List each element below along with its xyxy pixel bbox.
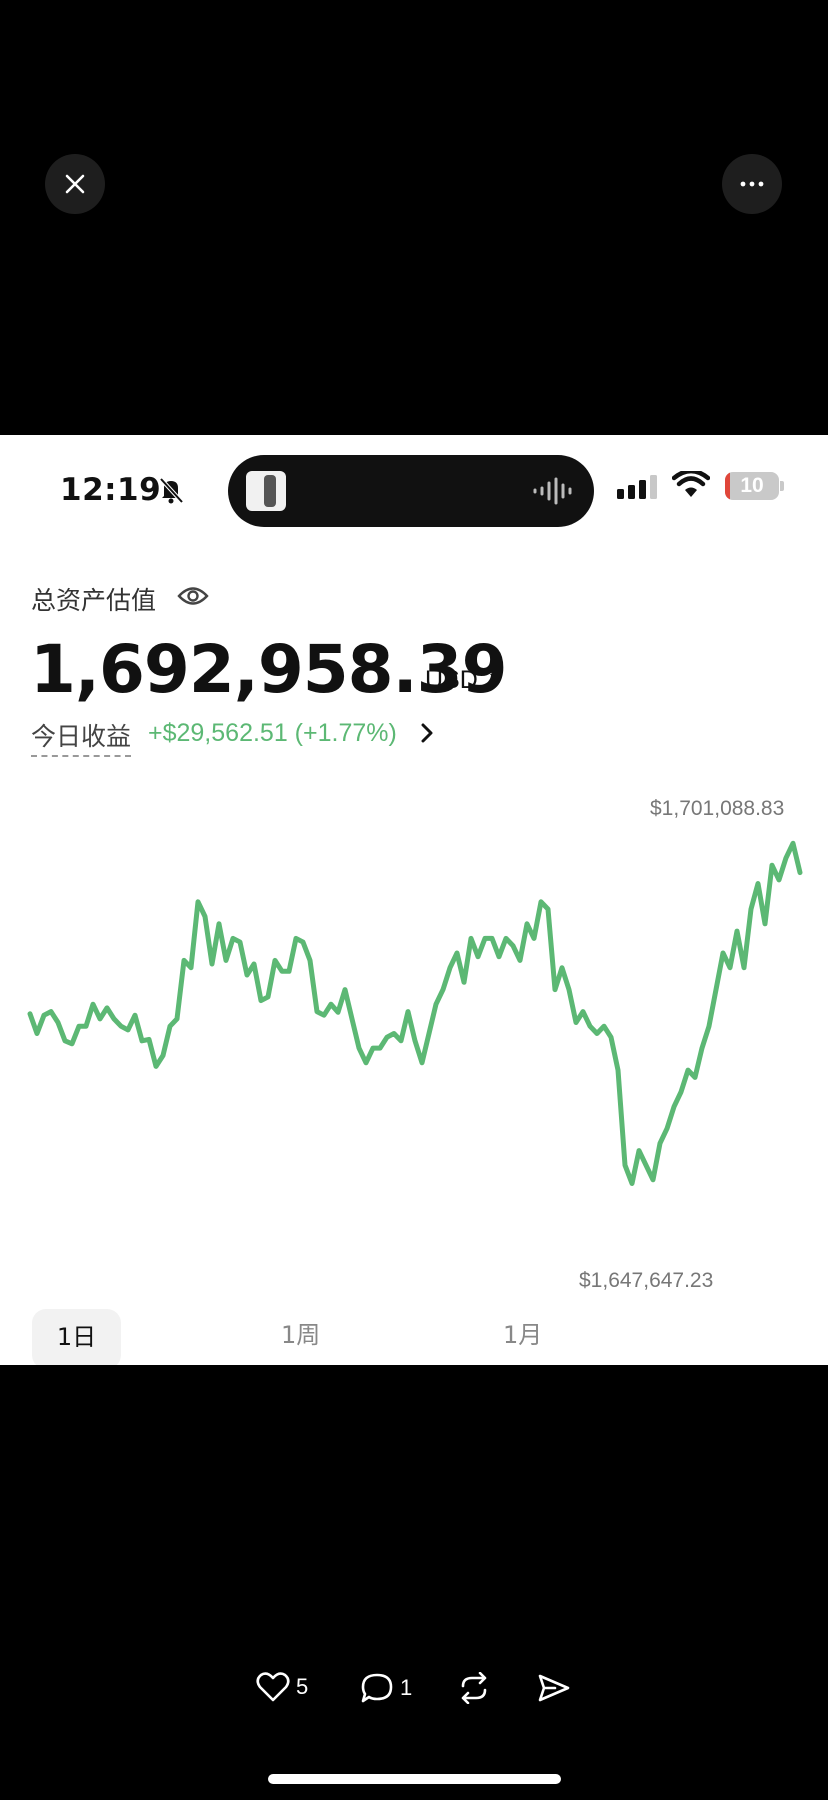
heart-icon [256, 1672, 290, 1702]
like-button[interactable]: 5 [256, 1672, 308, 1702]
tab-1d[interactable]: 1日 [32, 1309, 121, 1365]
tab-1w[interactable]: 1周 [281, 1315, 320, 1350]
more-icon [740, 181, 764, 187]
post-actions: 5 1 [0, 1672, 828, 1712]
chart-max-label: $1,701,088.83 [650, 797, 785, 820]
chart-min-label: $1,647,647.23 [579, 1269, 714, 1292]
comment-icon [361, 1673, 393, 1703]
repost-button[interactable] [457, 1672, 491, 1704]
time-range-tabs: 1日 1周 1月 [0, 1309, 828, 1365]
share-icon [538, 1674, 570, 1702]
comment-button[interactable]: 1 [360, 1672, 412, 1704]
share-button[interactable] [537, 1672, 571, 1704]
close-icon [65, 174, 85, 194]
more-options-button[interactable] [722, 154, 782, 214]
close-button[interactable] [45, 154, 105, 214]
portfolio-chart [27, 840, 803, 1186]
chart-series-line [27, 840, 803, 1186]
like-count: 5 [296, 1674, 309, 1699]
tab-1m[interactable]: 1月 [503, 1315, 542, 1350]
shared-screenshot: 12:19 10 总资产估值 1,692,958.39 USD 今日收益 +$2… [0, 435, 828, 1365]
home-indicator [268, 1774, 561, 1784]
comment-count: 1 [400, 1675, 413, 1700]
repost-icon [461, 1672, 487, 1704]
